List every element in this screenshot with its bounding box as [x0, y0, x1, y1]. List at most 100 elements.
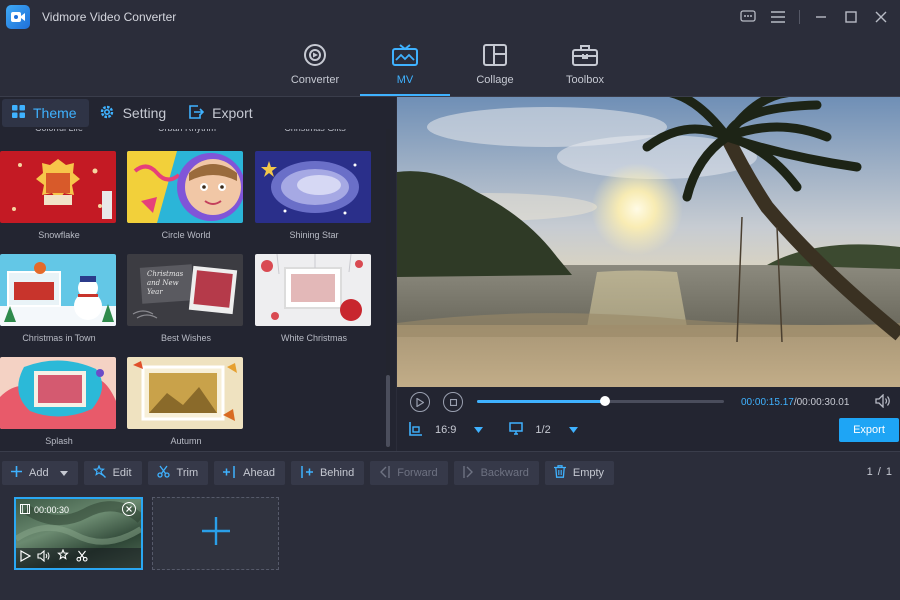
theme-christmas-in-town[interactable]: Christmas in Town: [0, 254, 118, 343]
menu-icon[interactable]: [765, 6, 791, 28]
theme-thumbnail: [127, 151, 243, 223]
page-indicator: 1 / 1: [867, 466, 892, 478]
scissors-icon: [156, 465, 170, 481]
theme-label: Best Wishes: [160, 333, 211, 343]
grid-icon: [12, 105, 25, 121]
screen-icon: [509, 422, 524, 438]
clip-duration-row: 00:00:30: [20, 504, 69, 516]
player-controls: 00:00:15.17/00:00:30.01 16:9 1/2 Export: [397, 387, 900, 451]
chevron-down-icon: [59, 467, 68, 479]
app-logo: [6, 5, 30, 29]
chevron-down-icon[interactable]: [568, 424, 578, 436]
page-ratio-value: 1/2: [535, 424, 551, 436]
feedback-icon[interactable]: [735, 6, 761, 28]
edit-toolbar: Add Edit Trim Ahead Behind Forward Backw…: [0, 461, 900, 485]
gear-icon: [99, 104, 115, 123]
progress-fill: [477, 400, 606, 403]
theme-splash[interactable]: Splash: [0, 357, 118, 446]
ahead-label: Ahead: [243, 467, 275, 479]
theme-autumn[interactable]: Autumn: [127, 357, 245, 446]
insert-after-icon: [300, 465, 313, 481]
play-button[interactable]: [410, 392, 430, 412]
theme-shining-star[interactable]: Shining Star: [255, 151, 373, 240]
theme-label: Circle World: [161, 230, 211, 240]
remove-clip-icon[interactable]: [122, 502, 136, 516]
forward-label: Forward: [397, 467, 438, 479]
tab-label: Converter: [290, 74, 340, 86]
theme-label: Shining Star: [289, 230, 339, 240]
backward-button[interactable]: Backward: [453, 461, 539, 485]
theme-label: Snowflake: [38, 230, 80, 240]
tab-label: Collage: [476, 74, 514, 86]
maximize-icon[interactable]: [838, 6, 864, 28]
volume-icon[interactable]: [875, 393, 891, 413]
theme-white-christmas[interactable]: White Christmas: [255, 254, 373, 343]
theme-scrollbar-thumb[interactable]: [386, 375, 390, 447]
theme-thumbnail: [0, 357, 116, 429]
ahead-button[interactable]: Ahead: [214, 461, 285, 485]
empty-label: Empty: [572, 467, 605, 479]
play-icon[interactable]: [20, 549, 32, 567]
scissors-icon[interactable]: [76, 549, 88, 567]
theme-snowflake[interactable]: Snowflake: [0, 151, 118, 240]
theme-label: Christmas in Town: [22, 333, 96, 343]
video-preview[interactable]: [397, 97, 900, 387]
toolbox-icon: [571, 42, 599, 68]
forward-button[interactable]: Forward: [370, 461, 448, 485]
theme-circle-world[interactable]: Circle World: [127, 151, 245, 240]
clip-actions: [16, 548, 141, 568]
page-separator: /: [877, 466, 881, 478]
tab-theme[interactable]: Theme: [2, 99, 89, 127]
tab-export[interactable]: Export: [178, 99, 264, 127]
tab-label: MV: [396, 74, 414, 86]
progress-handle[interactable]: [600, 396, 611, 406]
thumbnail-text: Christmas and New Year: [147, 270, 184, 296]
tab-collage[interactable]: Collage: [450, 34, 540, 96]
empty-button[interactable]: Empty: [544, 461, 615, 485]
progress-slider[interactable]: [477, 396, 724, 406]
plus-icon: [11, 466, 22, 480]
film-icon: [20, 504, 30, 516]
timeline-clip[interactable]: 00:00:30: [14, 497, 143, 570]
converter-icon: [302, 42, 328, 68]
trim-label: Trim: [176, 467, 199, 479]
theme-thumbnail: [0, 151, 116, 223]
theme-thumbnail: [0, 254, 116, 326]
tab-setting[interactable]: Setting: [89, 99, 179, 127]
backward-label: Backward: [480, 467, 529, 479]
tab-label: Toolbox: [566, 74, 604, 86]
theme-thumbnail: [255, 254, 371, 326]
tab-label: Setting: [122, 105, 167, 121]
edit-button[interactable]: Edit: [83, 461, 142, 485]
tab-label: Export: [212, 105, 253, 121]
plus-icon: [201, 516, 231, 551]
tab-converter[interactable]: Converter: [270, 34, 360, 96]
theme-thumbnail: [255, 151, 371, 223]
behind-label: Behind: [319, 467, 355, 479]
behind-button[interactable]: Behind: [290, 461, 365, 485]
theme-best-wishes[interactable]: Christmas and New Year Best Wishes: [127, 254, 245, 343]
trim-button[interactable]: Trim: [147, 461, 209, 485]
add-clip-slot[interactable]: [152, 497, 279, 570]
tab-toolbox[interactable]: Toolbox: [540, 34, 630, 96]
move-forward-icon: [379, 465, 390, 481]
close-icon[interactable]: [868, 6, 894, 28]
minimize-icon[interactable]: [808, 6, 834, 28]
separator: [799, 10, 800, 24]
stop-button[interactable]: [443, 392, 463, 412]
chevron-down-icon[interactable]: [474, 424, 484, 436]
collage-icon: [482, 42, 508, 68]
panel-tabs: Theme Setting Export: [0, 97, 396, 129]
move-backward-icon: [462, 465, 474, 481]
magic-wand-icon[interactable]: [57, 548, 70, 567]
timecode: 00:00:15.17/00:00:30.01: [741, 397, 849, 408]
export-button[interactable]: Export: [839, 418, 899, 442]
page-current: 1: [866, 466, 873, 478]
theme-label: Splash: [45, 436, 73, 446]
add-button[interactable]: Add: [2, 461, 78, 485]
theme-panel: Colorful Life Urban Rhythm Christmas Gif…: [0, 97, 396, 451]
clip-duration: 00:00:30: [34, 505, 70, 515]
app-title: Vidmore Video Converter: [42, 10, 177, 24]
volume-icon[interactable]: [37, 549, 51, 567]
tab-mv[interactable]: MV: [360, 34, 450, 96]
